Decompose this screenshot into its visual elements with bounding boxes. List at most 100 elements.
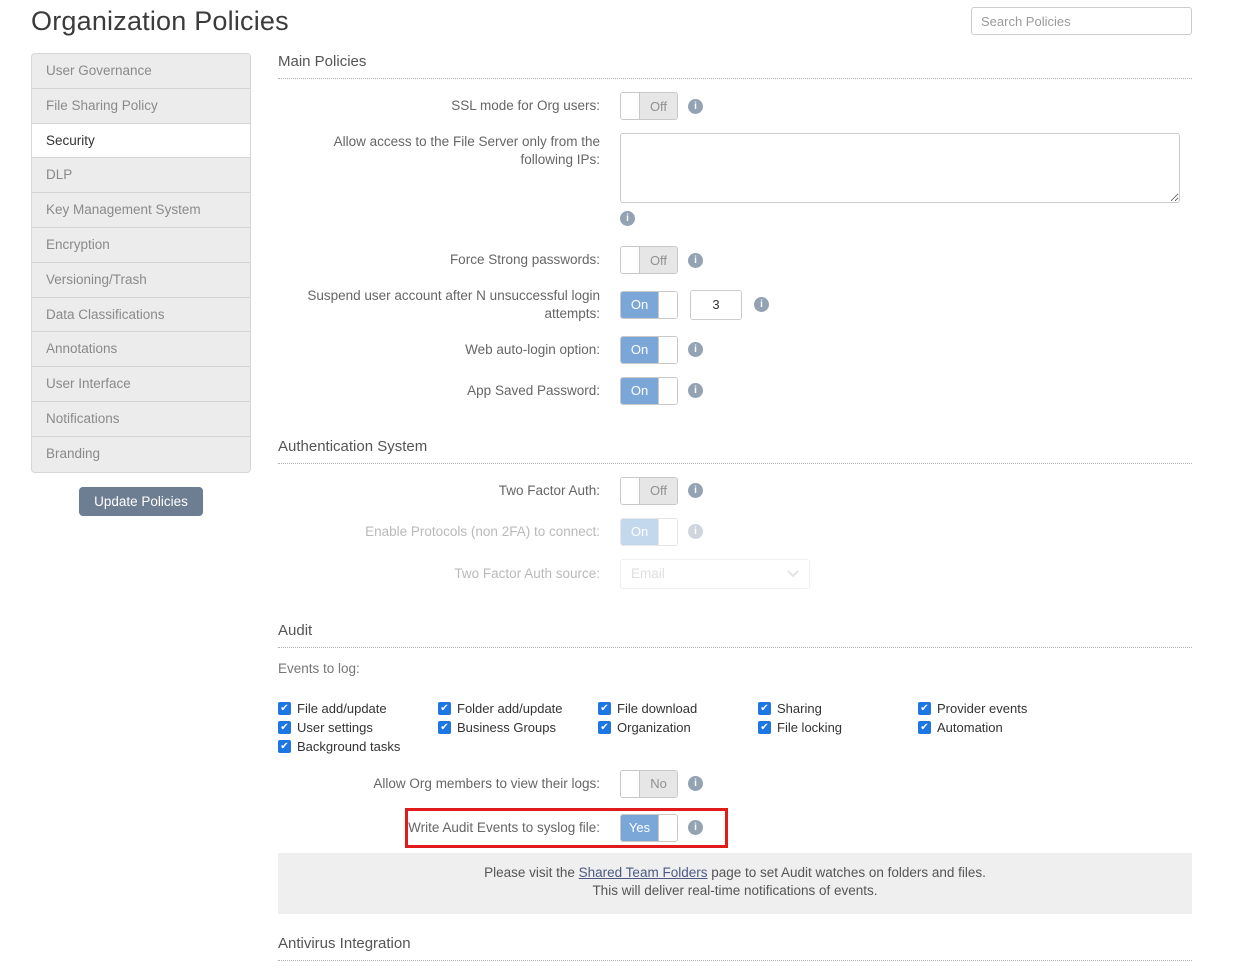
- info-icon[interactable]: i: [688, 383, 703, 398]
- toggle-state-label: On: [621, 519, 658, 545]
- info-icon[interactable]: i: [620, 211, 635, 226]
- ssl-mode-toggle[interactable]: Off: [620, 92, 678, 120]
- sidebar-item-data-classifications[interactable]: Data Classifications: [32, 298, 250, 333]
- setting-row-suspend-account: Suspend user account after N unsuccessfu…: [278, 287, 1192, 323]
- note-text-line2: This will deliver real-time notification…: [592, 883, 877, 898]
- force-strong-passwords-toggle[interactable]: Off: [620, 246, 678, 274]
- checkbox-provider-events[interactable]: ✔ Provider events: [918, 701, 1078, 716]
- toggle-knob: [658, 815, 677, 841]
- toggle-state-label: On: [621, 337, 658, 363]
- shared-team-folders-link[interactable]: Shared Team Folders: [579, 865, 708, 880]
- setting-row-two-factor: Two Factor Auth: Off i: [278, 477, 1192, 505]
- sidebar-item-security[interactable]: Security: [32, 124, 250, 159]
- info-icon[interactable]: i: [688, 776, 703, 791]
- search-input[interactable]: [971, 7, 1192, 35]
- setting-row-web-autologin: Web auto-login option: On i: [278, 336, 1192, 364]
- sidebar-item-key-management-system[interactable]: Key Management System: [32, 193, 250, 228]
- setting-label: Write Audit Events to syslog file:: [278, 819, 610, 837]
- checkbox-file-download[interactable]: ✔ File download: [598, 701, 758, 716]
- toggle-state-label: Off: [640, 478, 677, 504]
- audit-note: Please visit the Shared Team Folders pag…: [278, 853, 1192, 914]
- info-icon[interactable]: i: [688, 483, 703, 498]
- checkbox-checked-icon: ✔: [278, 721, 291, 734]
- info-icon[interactable]: i: [688, 99, 703, 114]
- info-icon[interactable]: i: [754, 297, 769, 312]
- checkbox-checked-icon: ✔: [758, 721, 771, 734]
- setting-row-view-logs: Allow Org members to view their logs: No…: [278, 770, 1192, 798]
- sidebar-item-notifications[interactable]: Notifications: [32, 402, 250, 437]
- two-factor-toggle[interactable]: Off: [620, 477, 678, 505]
- info-icon[interactable]: i: [688, 253, 703, 268]
- setting-label: Enable Protocols (non 2FA) to connect:: [278, 523, 610, 541]
- checkbox-checked-icon: ✔: [598, 721, 611, 734]
- sidebar-item-versioning-trash[interactable]: Versioning/Trash: [32, 263, 250, 298]
- sidebar-item-branding[interactable]: Branding: [32, 437, 250, 472]
- sidebar-item-dlp[interactable]: DLP: [32, 158, 250, 193]
- sidebar-item-annotations[interactable]: Annotations: [32, 332, 250, 367]
- checkbox-checked-icon: ✔: [918, 721, 931, 734]
- checkbox-business-groups[interactable]: ✔ Business Groups: [438, 720, 598, 735]
- sidebar-item-file-sharing-policy[interactable]: File Sharing Policy: [32, 89, 250, 124]
- toggle-state-label: On: [621, 292, 658, 318]
- checkbox-checked-icon: ✔: [918, 702, 931, 715]
- setting-label: Force Strong passwords:: [278, 251, 610, 269]
- policy-category-list: User Governance File Sharing Policy Secu…: [31, 53, 251, 473]
- select-value: Email: [631, 566, 665, 581]
- suspend-account-toggle[interactable]: On: [620, 291, 678, 319]
- setting-label: SSL mode for Org users:: [278, 97, 610, 115]
- checkbox-user-settings[interactable]: ✔ User settings: [278, 720, 438, 735]
- checkbox-checked-icon: ✔: [758, 702, 771, 715]
- section-heading-audit: Audit: [278, 622, 1192, 648]
- policy-settings-panel: Main Policies SSL mode for Org users: Of…: [278, 53, 1192, 974]
- setting-row-two-factor-source: Two Factor Auth source: Email: [278, 559, 1192, 589]
- setting-label: Two Factor Auth source:: [278, 565, 610, 583]
- setting-row-enable-protocols: Enable Protocols (non 2FA) to connect: O…: [278, 518, 1192, 546]
- toggle-state-label: No: [640, 771, 677, 797]
- sidebar-item-user-interface[interactable]: User Interface: [32, 367, 250, 402]
- view-logs-toggle[interactable]: No: [620, 770, 678, 798]
- content-wrap: User Governance File Sharing Policy Secu…: [31, 53, 1192, 974]
- chevron-down-icon: [787, 570, 799, 578]
- setting-label: Allow Org members to view their logs:: [278, 775, 610, 793]
- setting-row-ip-restrict-info: i: [278, 211, 1192, 226]
- enable-protocols-toggle: On: [620, 518, 678, 546]
- login-attempts-input[interactable]: [690, 290, 742, 320]
- two-factor-source-select: Email: [620, 559, 810, 589]
- setting-row-app-saved-password: App Saved Password: On i: [278, 377, 1192, 405]
- syslog-toggle[interactable]: Yes: [620, 814, 678, 842]
- web-autologin-toggle[interactable]: On: [620, 336, 678, 364]
- checkbox-background-tasks[interactable]: ✔ Background tasks: [278, 739, 438, 754]
- toggle-state-label: Yes: [621, 815, 658, 841]
- checkbox-checked-icon: ✔: [598, 702, 611, 715]
- note-text: Please visit the: [484, 865, 579, 880]
- policy-sidebar: User Governance File Sharing Policy Secu…: [31, 53, 251, 516]
- checkbox-file-locking[interactable]: ✔ File locking: [758, 720, 918, 735]
- setting-row-ssl-mode: SSL mode for Org users: Off i: [278, 92, 1192, 120]
- setting-row-ip-restrict: Allow access to the File Server only fro…: [278, 133, 1192, 203]
- checkbox-folder-add-update[interactable]: ✔ Folder add/update: [438, 701, 598, 716]
- checkbox-checked-icon: ✔: [438, 721, 451, 734]
- allowed-ips-textarea[interactable]: [620, 133, 1180, 203]
- info-icon[interactable]: i: [688, 820, 703, 835]
- setting-label: Suspend user account after N unsuccessfu…: [278, 287, 610, 323]
- note-text: page to set Audit watches on folders and…: [707, 865, 985, 880]
- checkbox-checked-icon: ✔: [278, 702, 291, 715]
- toggle-knob: [658, 519, 677, 545]
- checkbox-organization[interactable]: ✔ Organization: [598, 720, 758, 735]
- checkbox-checked-icon: ✔: [278, 740, 291, 753]
- checkbox-automation[interactable]: ✔ Automation: [918, 720, 1078, 735]
- section-heading-authentication: Authentication System: [278, 438, 1192, 464]
- update-policies-button[interactable]: Update Policies: [79, 487, 203, 516]
- checkbox-file-add-update[interactable]: ✔ File add/update: [278, 701, 438, 716]
- sidebar-item-encryption[interactable]: Encryption: [32, 228, 250, 263]
- toggle-knob: [621, 478, 640, 504]
- sidebar-item-user-governance[interactable]: User Governance: [32, 54, 250, 89]
- checkbox-sharing[interactable]: ✔ Sharing: [758, 701, 918, 716]
- organization-policies-page: Organization Policies User Governance Fi…: [0, 0, 1239, 974]
- app-saved-password-toggle[interactable]: On: [620, 377, 678, 405]
- events-to-log-label: Events to log:: [278, 661, 1192, 676]
- toggle-knob: [658, 337, 677, 363]
- toggle-state-label: Off: [640, 247, 677, 273]
- info-icon[interactable]: i: [688, 342, 703, 357]
- info-icon: i: [688, 524, 703, 539]
